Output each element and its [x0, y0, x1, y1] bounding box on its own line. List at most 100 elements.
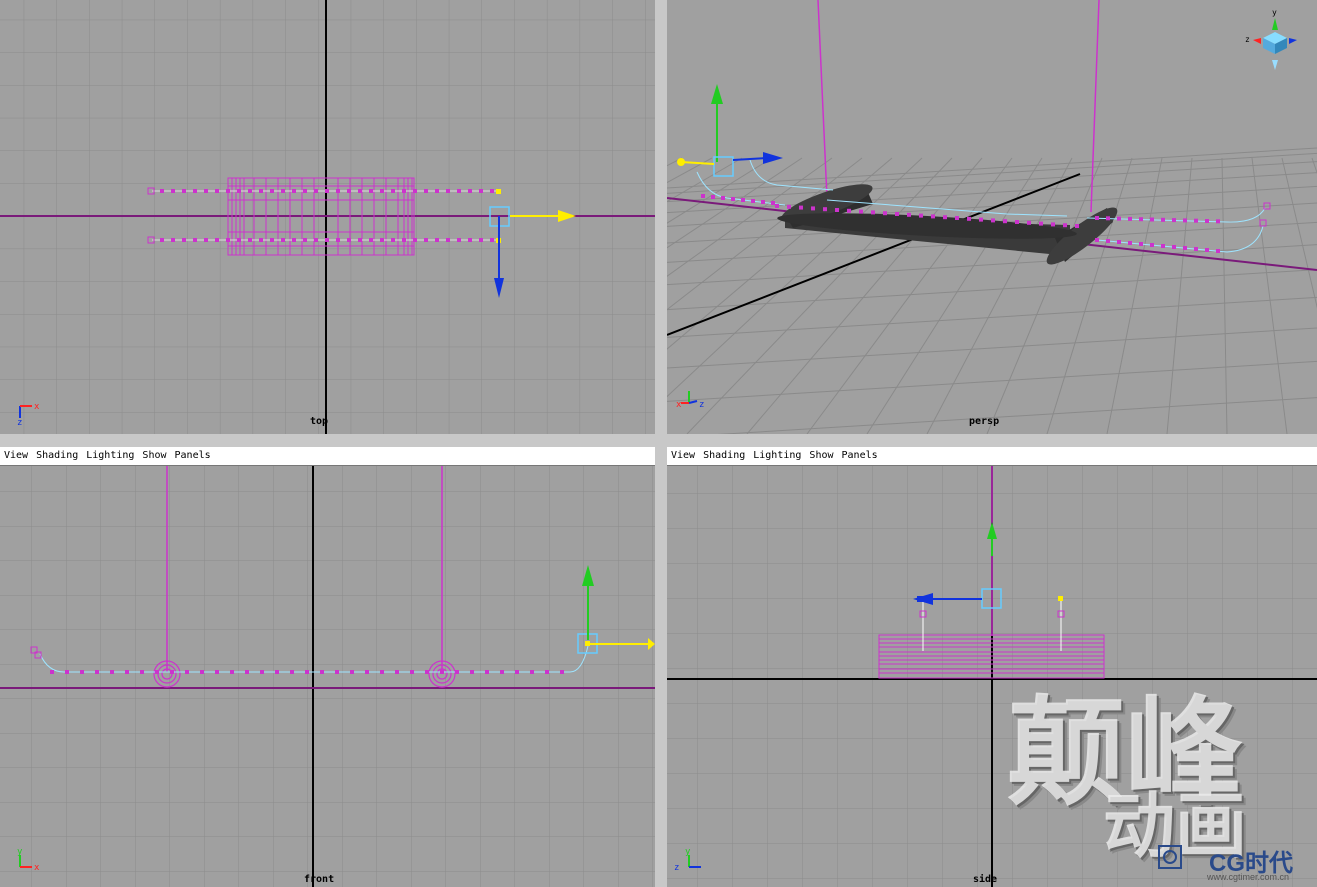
- cv-point[interactable]: [1015, 220, 1019, 224]
- cv-point[interactable]: [336, 238, 340, 242]
- cv-point[interactable]: [1139, 242, 1143, 246]
- cv-point[interactable]: [314, 238, 318, 242]
- cv-point[interactable]: [395, 670, 399, 674]
- cv-point[interactable]: [907, 212, 911, 217]
- cv-point[interactable]: [560, 670, 564, 674]
- cv-point[interactable]: [979, 217, 983, 222]
- cv-point[interactable]: [410, 670, 414, 674]
- cv-point[interactable]: [1139, 217, 1143, 222]
- cv-point[interactable]: [281, 189, 285, 193]
- cv-point[interactable]: [435, 189, 439, 193]
- cv-point[interactable]: [140, 670, 144, 674]
- cv-point[interactable]: [955, 216, 959, 220]
- cv-point[interactable]: [260, 670, 264, 674]
- cv-point[interactable]: [811, 206, 815, 211]
- cv-point[interactable]: [125, 670, 129, 674]
- cv-point[interactable]: [290, 670, 294, 674]
- cv-point[interactable]: [1194, 247, 1198, 251]
- cv-point[interactable]: [1205, 219, 1209, 223]
- cv-point[interactable]: [380, 189, 384, 193]
- cv-point[interactable]: [919, 213, 923, 218]
- cv-point[interactable]: [440, 670, 444, 674]
- cv-point[interactable]: [402, 189, 406, 193]
- cv-point[interactable]: [185, 670, 189, 674]
- cv-point[interactable]: [490, 238, 494, 242]
- cv-point[interactable]: [991, 218, 995, 223]
- cv-point[interactable]: [248, 189, 252, 193]
- cv-point[interactable]: [402, 238, 406, 242]
- cv-point[interactable]: [358, 189, 362, 193]
- cv-point[interactable]: [65, 670, 69, 674]
- cv-point[interactable]: [470, 670, 474, 674]
- cv-point[interactable]: [200, 670, 204, 674]
- menu-shading[interactable]: Shading: [699, 447, 749, 465]
- cv-point[interactable]: [787, 204, 791, 209]
- cv-point[interactable]: [515, 670, 519, 674]
- cv-point[interactable]: [110, 670, 114, 674]
- cv-point[interactable]: [350, 670, 354, 674]
- cv-point[interactable]: [193, 189, 197, 193]
- cv-point[interactable]: [237, 238, 241, 242]
- cv-point[interactable]: [1172, 218, 1176, 223]
- cv-point[interactable]: [1117, 240, 1121, 244]
- cv-point[interactable]: [292, 189, 296, 193]
- cv-point[interactable]: [226, 189, 230, 193]
- cv-point[interactable]: [500, 670, 504, 674]
- cv-point[interactable]: [1106, 216, 1110, 221]
- cv-point[interactable]: [325, 238, 329, 242]
- cv-point[interactable]: [380, 238, 384, 242]
- cv-point[interactable]: [1075, 224, 1079, 228]
- cv-point[interactable]: [347, 238, 351, 242]
- cv-point[interactable]: [1095, 216, 1099, 220]
- viewport-side[interactable]: View Shading Lighting Show Panels 颠峰 动画 …: [667, 447, 1317, 887]
- cv-point[interactable]: [943, 215, 947, 220]
- cv-point[interactable]: [446, 189, 450, 193]
- cv-point[interactable]: [226, 238, 230, 242]
- cv-point[interactable]: [1172, 245, 1176, 249]
- cv-point[interactable]: [182, 238, 186, 242]
- cv-point[interactable]: [931, 214, 935, 219]
- cv-point[interactable]: [171, 189, 175, 193]
- cv-point[interactable]: [248, 238, 252, 242]
- cv-point[interactable]: [215, 670, 219, 674]
- cv-point[interactable]: [711, 195, 715, 199]
- cv-point[interactable]: [369, 238, 373, 242]
- cv-point[interactable]: [237, 189, 241, 193]
- cv-point[interactable]: [215, 238, 219, 242]
- cv-point[interactable]: [1128, 216, 1132, 221]
- cv-point[interactable]: [1216, 219, 1220, 224]
- cv-point[interactable]: [435, 238, 439, 242]
- cv-point[interactable]: [1183, 246, 1187, 250]
- cv-point[interactable]: [775, 204, 779, 208]
- menu-lighting[interactable]: Lighting: [82, 447, 138, 465]
- cv-point[interactable]: [358, 238, 362, 242]
- cv-point[interactable]: [468, 238, 472, 242]
- cv-point[interactable]: [761, 200, 765, 204]
- view-cube[interactable]: y z: [1243, 6, 1305, 72]
- cv-point[interactable]: [369, 189, 373, 193]
- cv-point[interactable]: [485, 670, 489, 674]
- cv-point[interactable]: [413, 238, 417, 242]
- cv-point[interactable]: [95, 670, 99, 674]
- cv-point[interactable]: [182, 189, 186, 193]
- cv-point[interactable]: [1063, 223, 1067, 228]
- cv-point[interactable]: [457, 238, 461, 242]
- menu-shading[interactable]: Shading: [32, 447, 82, 465]
- cv-point[interactable]: [259, 238, 263, 242]
- cv-point[interactable]: [479, 238, 483, 242]
- cv-point[interactable]: [751, 199, 755, 203]
- cv-point[interactable]: [380, 670, 384, 674]
- cv-point[interactable]: [155, 670, 159, 674]
- cv-point[interactable]: [468, 189, 472, 193]
- cv-point[interactable]: [292, 238, 296, 242]
- menu-view[interactable]: View: [667, 447, 699, 465]
- cv-point[interactable]: [1161, 217, 1165, 222]
- cv-point[interactable]: [50, 670, 54, 674]
- cv-point[interactable]: [455, 670, 459, 674]
- cv-point[interactable]: [1095, 238, 1099, 242]
- cv-point[interactable]: [823, 207, 827, 212]
- cv-point[interactable]: [883, 211, 887, 216]
- cv-point[interactable]: [835, 208, 839, 212]
- cv-point[interactable]: [275, 670, 279, 674]
- cv-point[interactable]: [446, 238, 450, 242]
